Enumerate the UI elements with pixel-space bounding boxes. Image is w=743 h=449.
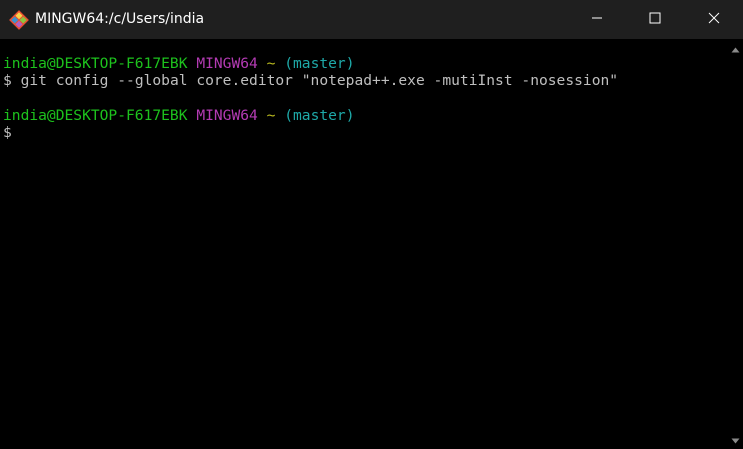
prompt-branch: (master) bbox=[284, 55, 355, 72]
prompt-line: india@DESKTOP-F617EBK MINGW64 ~ (master) bbox=[3, 107, 728, 124]
prompt-symbol: $ bbox=[3, 123, 12, 141]
prompt-env: MINGW64 bbox=[196, 55, 258, 72]
command-text: git config --global core.editor "notepad… bbox=[20, 72, 619, 90]
terminal-window: MINGW64:/c/Users/india india@DESKTOP-F61… bbox=[0, 0, 743, 449]
close-icon bbox=[708, 11, 720, 29]
prompt-line: india@DESKTOP-F617EBK MINGW64 ~ (master) bbox=[3, 55, 728, 72]
chevron-up-icon bbox=[731, 40, 740, 58]
minimize-button[interactable] bbox=[574, 0, 620, 39]
chevron-down-icon bbox=[731, 431, 740, 449]
prompt-user-host: india@DESKTOP-F617EBK bbox=[3, 55, 188, 72]
scroll-up-button[interactable] bbox=[728, 41, 743, 56]
command-line[interactable]: $ bbox=[3, 124, 728, 141]
prompt-env: MINGW64 bbox=[196, 106, 258, 124]
git-bash-icon bbox=[9, 10, 29, 30]
title-bar[interactable]: MINGW64:/c/Users/india bbox=[0, 0, 743, 39]
prompt-branch: (master) bbox=[284, 106, 355, 124]
prompt-path: ~ bbox=[266, 106, 276, 124]
vertical-scrollbar[interactable] bbox=[728, 39, 743, 449]
command-line: $ git config --global core.editor "notep… bbox=[3, 72, 728, 89]
minimize-icon bbox=[591, 11, 603, 29]
window-title: MINGW64:/c/Users/india bbox=[35, 11, 205, 27]
terminal-output[interactable]: india@DESKTOP-F617EBK MINGW64 ~ (master)… bbox=[0, 39, 728, 449]
scroll-down-button[interactable] bbox=[728, 432, 743, 447]
maximize-icon bbox=[649, 11, 661, 29]
prompt-symbol: $ bbox=[3, 72, 12, 90]
close-button[interactable] bbox=[691, 0, 737, 39]
maximize-button[interactable] bbox=[632, 0, 678, 39]
prompt-path: ~ bbox=[266, 55, 276, 72]
prompt-user-host: india@DESKTOP-F617EBK bbox=[3, 106, 188, 124]
